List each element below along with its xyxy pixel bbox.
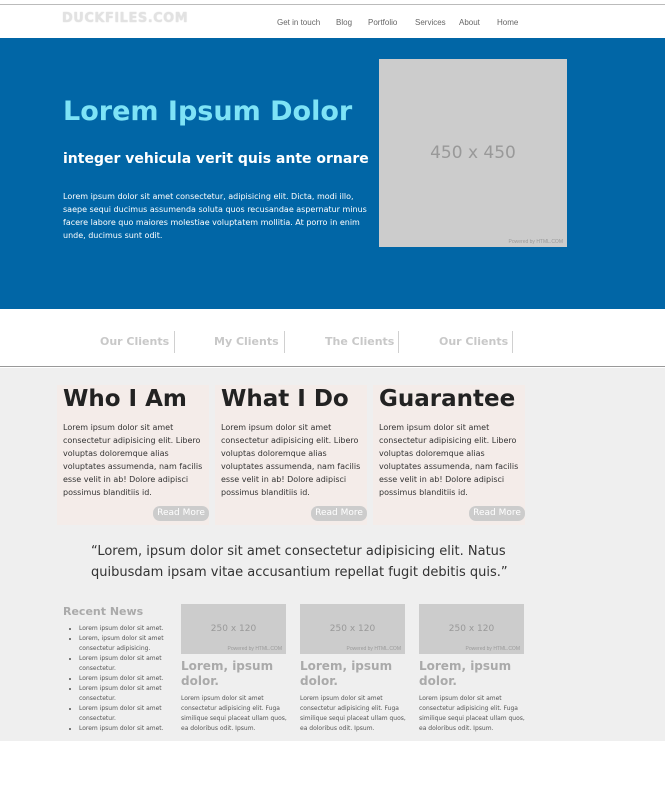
news-item[interactable]: Lorem ipsum dolor sit amet. bbox=[79, 724, 175, 734]
client-link-3[interactable]: The Clients bbox=[325, 335, 394, 353]
card-text: Lorem ipsum dolor sit amet consectetur a… bbox=[300, 695, 406, 732]
card-title[interactable]: Lorem, ipsum dolor. bbox=[181, 659, 287, 689]
clients-bar: Our Clients My Clients The Clients Our C… bbox=[0, 309, 665, 367]
hero-image-label: 450 x 450 bbox=[430, 143, 516, 163]
card-image-placeholder: 250 x 120 Powered by HTML.COM bbox=[419, 604, 524, 654]
testimonial-quote: “Lorem, ipsum dolor sit amet consectetur… bbox=[91, 544, 508, 580]
card-title[interactable]: Lorem, ipsum dolor. bbox=[419, 659, 525, 689]
card-image-powered: Powered by HTML.COM bbox=[227, 646, 282, 652]
client-divider bbox=[398, 331, 399, 353]
nav-get-in-touch[interactable]: Get in touch bbox=[277, 18, 320, 27]
recent-news-list: Lorem ipsum dolor sit amet. Lorem, ipsum… bbox=[79, 624, 175, 734]
hero-text: Lorem ipsum dolor sit amet consectetur, … bbox=[63, 192, 367, 240]
nav-blog[interactable]: Blog bbox=[336, 18, 352, 27]
card-text: Lorem ipsum dolor sit amet consectetur a… bbox=[419, 695, 525, 732]
nav-home[interactable]: Home bbox=[497, 18, 518, 27]
client-divider bbox=[174, 331, 175, 353]
feature-title: Who I Am bbox=[63, 386, 187, 412]
nav-about[interactable]: About bbox=[459, 18, 480, 27]
client-divider bbox=[284, 331, 285, 353]
card-image-placeholder: 250 x 120 Powered by HTML.COM bbox=[181, 604, 286, 654]
read-more-button[interactable]: Read More bbox=[153, 506, 209, 521]
feature-guarantee: Guarantee Lorem ipsum dolor sit amet con… bbox=[373, 385, 525, 525]
card-image-placeholder: 250 x 120 Powered by HTML.COM bbox=[300, 604, 405, 654]
card-image-label: 250 x 120 bbox=[448, 624, 495, 634]
recent-news-title: Recent News bbox=[63, 605, 144, 618]
feature-what-i-do: What I Do Lorem ipsum dolor sit amet con… bbox=[215, 385, 367, 525]
feature-who-i-am: Who I Am Lorem ipsum dolor sit amet cons… bbox=[57, 385, 209, 525]
card-image-label: 250 x 120 bbox=[210, 624, 257, 634]
news-item[interactable]: Lorem ipsum dolor sit amet consectetur. bbox=[79, 654, 175, 674]
card-title[interactable]: Lorem, ipsum dolor. bbox=[300, 659, 406, 689]
client-link-4[interactable]: Our Clients bbox=[439, 335, 508, 353]
card-image-label: 250 x 120 bbox=[329, 624, 376, 634]
client-divider bbox=[512, 331, 513, 353]
main-content: Who I Am Lorem ipsum dolor sit amet cons… bbox=[0, 368, 665, 741]
client-link-1[interactable]: Our Clients bbox=[100, 335, 169, 353]
news-item[interactable]: Lorem ipsum dolor sit amet. bbox=[79, 674, 175, 684]
article-card-2: 250 x 120 Powered by HTML.COM Lorem, ips… bbox=[300, 604, 406, 734]
news-item[interactable]: Lorem ipsum dolor sit amet. bbox=[79, 624, 175, 634]
hero-subtitle: integer vehicula verit quis ante ornare bbox=[63, 151, 369, 167]
news-item[interactable]: Lorem ipsum dolor sit amet consectetur. bbox=[79, 704, 175, 724]
card-image-powered: Powered by HTML.COM bbox=[346, 646, 401, 652]
read-more-button[interactable]: Read More bbox=[469, 506, 525, 521]
card-text: Lorem ipsum dolor sit amet consectetur a… bbox=[181, 695, 287, 732]
article-card-1: 250 x 120 Powered by HTML.COM Lorem, ips… bbox=[181, 604, 287, 734]
news-item[interactable]: Lorem ipsum dolor sit amet consectetur. bbox=[79, 684, 175, 704]
site-header: DUCKFILES.COM Get in touch Blog Portfoli… bbox=[0, 5, 665, 38]
read-more-button[interactable]: Read More bbox=[311, 506, 367, 521]
hero-title: Lorem Ipsum Dolor bbox=[63, 96, 353, 127]
article-card-3: 250 x 120 Powered by HTML.COM Lorem, ips… bbox=[419, 604, 525, 734]
feature-text: Lorem ipsum dolor sit amet consectetur a… bbox=[379, 423, 519, 497]
nav-services[interactable]: Services bbox=[415, 18, 446, 27]
hero-image-placeholder: 450 x 450 Powered by HTML.COM bbox=[379, 59, 567, 247]
feature-title: Guarantee bbox=[379, 386, 516, 412]
nav-portfolio[interactable]: Portfolio bbox=[368, 18, 397, 27]
feature-text: Lorem ipsum dolor sit amet consectetur a… bbox=[63, 423, 203, 497]
news-item[interactable]: Lorem, ipsum dolor sit amet consectetur … bbox=[79, 634, 175, 654]
client-link-2[interactable]: My Clients bbox=[214, 335, 279, 353]
hero-image-powered: Powered by HTML.COM bbox=[508, 239, 563, 245]
hero-section: Lorem Ipsum Dolor integer vehicula verit… bbox=[0, 38, 665, 309]
card-image-powered: Powered by HTML.COM bbox=[465, 646, 520, 652]
feature-text: Lorem ipsum dolor sit amet consectetur a… bbox=[221, 423, 361, 497]
site-logo[interactable]: DUCKFILES.COM bbox=[62, 11, 188, 26]
feature-title: What I Do bbox=[221, 386, 349, 412]
